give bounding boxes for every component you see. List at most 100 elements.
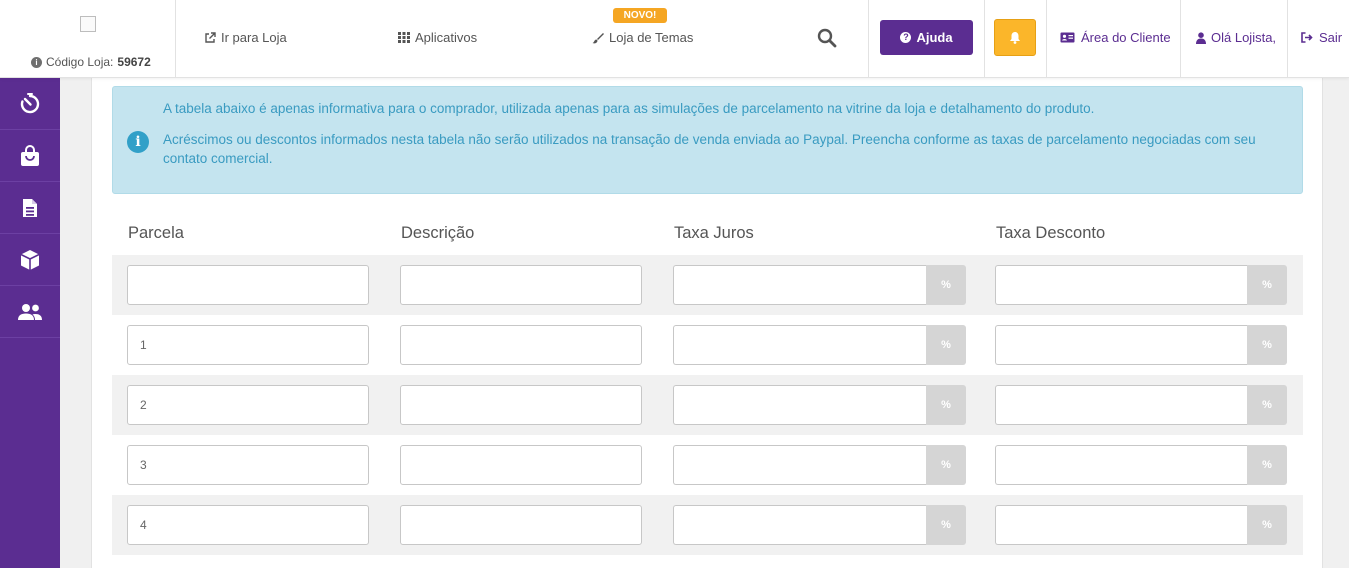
help-label: Ajuda <box>916 30 953 45</box>
descricao-input[interactable] <box>400 445 642 485</box>
sidebar-item-products[interactable] <box>0 234 60 286</box>
shopping-bag-icon <box>21 144 39 166</box>
client-area-link[interactable]: Área do Cliente <box>1060 30 1171 45</box>
store-code-value: 59672 <box>117 55 151 69</box>
percent-addon: % <box>926 505 966 545</box>
id-card-icon <box>1060 32 1075 43</box>
search-icon[interactable] <box>817 28 837 48</box>
sidebar-item-documents[interactable] <box>0 182 60 234</box>
speedometer-icon <box>20 92 40 113</box>
user-greeting[interactable]: Olá Lojista, <box>1196 30 1276 45</box>
header-divider <box>1180 0 1181 78</box>
taxa-desconto-group: % <box>995 325 1287 365</box>
sidebar-item-customers[interactable] <box>0 286 60 338</box>
percent-addon: % <box>926 325 966 365</box>
column-header-descricao: Descrição <box>401 224 475 242</box>
theme-store-label: Loja de Temas <box>609 30 694 45</box>
descricao-input[interactable] <box>400 265 642 305</box>
external-link-icon <box>205 31 216 43</box>
taxa-juros-input[interactable] <box>673 265 926 305</box>
sidebar-item-orders[interactable] <box>0 130 60 182</box>
table-row: 2 % % <box>112 375 1303 435</box>
column-header-parcela: Parcela <box>128 224 184 242</box>
percent-addon: % <box>1247 445 1287 485</box>
column-header-taxa-juros: Taxa Juros <box>674 224 754 242</box>
store-logo-image[interactable] <box>80 16 96 32</box>
percent-addon: % <box>1247 505 1287 545</box>
parcela-input[interactable]: 2 <box>127 385 369 425</box>
header-divider <box>984 0 985 78</box>
taxa-desconto-input[interactable] <box>995 385 1248 425</box>
alert-line-1: A tabela abaixo é apenas informativa par… <box>163 101 1095 116</box>
sidebar-item-dashboard[interactable] <box>0 78 60 130</box>
help-button[interactable]: ? Ajuda <box>880 20 973 55</box>
percent-addon: % <box>1247 385 1287 425</box>
users-icon <box>18 303 42 320</box>
descricao-input[interactable] <box>400 385 642 425</box>
box-icon <box>20 249 40 270</box>
descricao-input[interactable] <box>400 325 642 365</box>
parcela-input[interactable]: 4 <box>127 505 369 545</box>
taxa-juros-group: % <box>673 505 966 545</box>
user-icon <box>1196 31 1206 44</box>
table-row: 1 % % <box>112 315 1303 375</box>
alert-line-2: Acréscimos ou descontos informados nesta… <box>163 132 1256 166</box>
table-row: 4 % % <box>112 495 1303 555</box>
client-area-label: Área do Cliente <box>1081 30 1171 45</box>
taxa-desconto-input[interactable] <box>995 325 1248 365</box>
taxa-desconto-group: % <box>995 265 1287 305</box>
go-to-store-label: Ir para Loja <box>221 30 287 45</box>
parcela-input[interactable]: 3 <box>127 445 369 485</box>
new-badge: NOVO! <box>613 8 667 23</box>
logout-label: Sair <box>1319 30 1343 45</box>
notifications-button[interactable] <box>994 19 1036 56</box>
go-to-store-link[interactable]: Ir para Loja <box>204 30 287 45</box>
percent-addon: % <box>1247 265 1287 305</box>
header-divider <box>868 0 869 78</box>
logo-block: i Código Loja: 59672 <box>0 0 176 78</box>
apps-label: Aplicativos <box>415 30 478 45</box>
greeting-label: Olá Lojista, <box>1211 30 1277 45</box>
store-code: i Código Loja: 59672 <box>31 55 151 69</box>
taxa-juros-group: % <box>673 445 966 485</box>
question-icon: ? <box>900 32 912 43</box>
taxa-juros-input[interactable] <box>673 445 926 485</box>
percent-addon: % <box>926 385 966 425</box>
logout-link[interactable]: Sair <box>1301 30 1342 45</box>
apps-link[interactable]: Aplicativos <box>398 30 477 45</box>
paintbrush-icon <box>592 32 604 43</box>
taxa-desconto-input[interactable] <box>995 445 1248 485</box>
taxa-desconto-input[interactable] <box>995 505 1248 545</box>
document-icon <box>23 198 37 217</box>
taxa-desconto-group: % <box>995 385 1287 425</box>
theme-store-link[interactable]: Loja de Temas <box>592 30 693 45</box>
column-header-taxa-desconto: Taxa Desconto <box>996 224 1106 242</box>
parcela-input[interactable]: 1 <box>127 325 369 365</box>
taxa-juros-group: % <box>673 265 966 305</box>
percent-addon: % <box>1247 325 1287 365</box>
sidebar <box>0 78 60 568</box>
info-alert: i A tabela abaixo é apenas informativa p… <box>112 86 1303 194</box>
taxa-juros-group: % <box>673 325 966 365</box>
taxa-desconto-group: % <box>995 445 1287 485</box>
percent-addon: % <box>926 265 966 305</box>
table-row: % % <box>112 255 1303 315</box>
table-row: 3 % % <box>112 435 1303 495</box>
descricao-input[interactable] <box>400 505 642 545</box>
parcela-input[interactable] <box>127 265 369 305</box>
taxa-desconto-group: % <box>995 505 1287 545</box>
grid-icon <box>398 32 410 43</box>
taxa-juros-input[interactable] <box>673 505 926 545</box>
top-bar: i Código Loja: 59672 Ir para Loja Aplica… <box>0 0 1349 78</box>
store-code-label: Código Loja: <box>46 55 114 69</box>
taxa-juros-input[interactable] <box>673 385 926 425</box>
taxa-desconto-input[interactable] <box>995 265 1248 305</box>
sign-out-icon <box>1301 32 1313 43</box>
taxa-juros-input[interactable] <box>673 325 926 365</box>
taxa-juros-group: % <box>673 385 966 425</box>
header-divider <box>1287 0 1288 78</box>
info-icon: i <box>31 56 42 68</box>
percent-addon: % <box>926 445 966 485</box>
header-divider <box>1046 0 1047 78</box>
content-panel: i A tabela abaixo é apenas informativa p… <box>91 78 1323 568</box>
